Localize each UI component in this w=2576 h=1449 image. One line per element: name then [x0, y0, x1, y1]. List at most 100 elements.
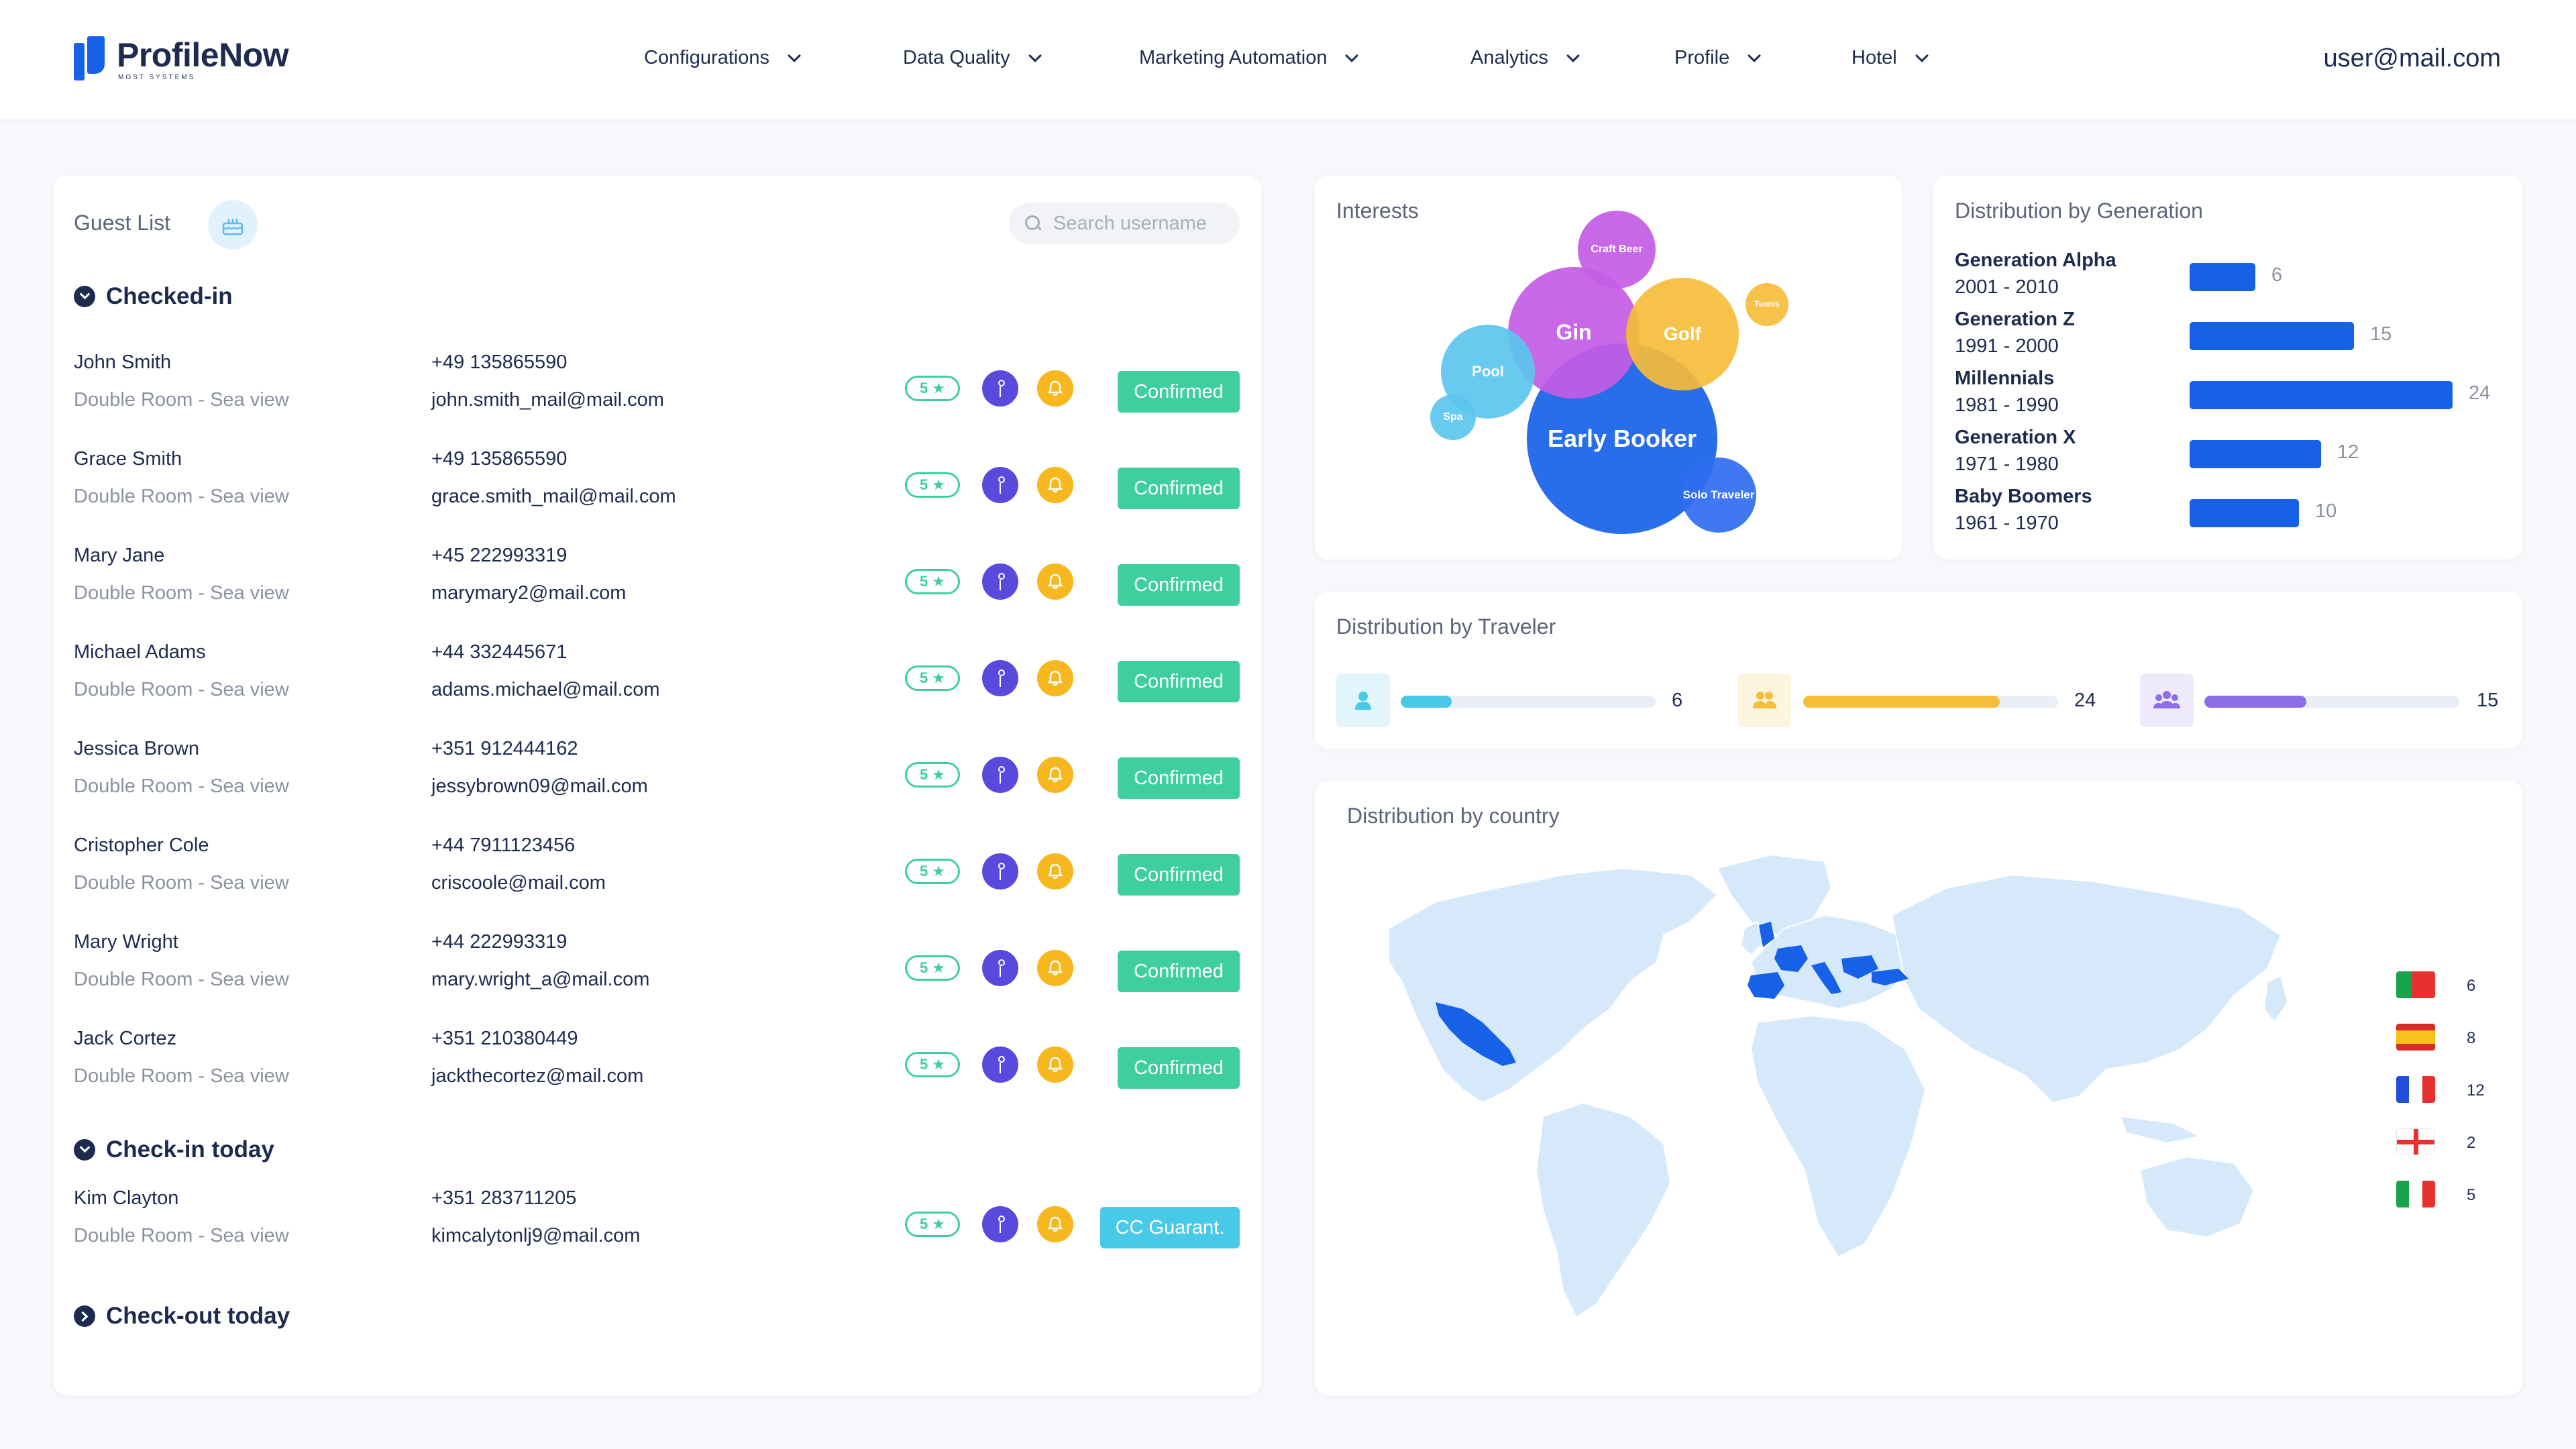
generation-bar[interactable] — [2190, 440, 2321, 468]
nav-marketing-automation[interactable]: Marketing Automation — [1139, 47, 1359, 69]
generation-years: 1971 - 1980 — [1955, 453, 2059, 475]
asia-landmass — [1890, 873, 2282, 1104]
info-icon[interactable] — [982, 950, 1018, 986]
guest-row[interactable]: Grace Smith Double Room - Sea view +49 1… — [54, 448, 1261, 522]
info-icon[interactable] — [982, 757, 1018, 793]
status-badge[interactable]: Confirmed — [1118, 371, 1240, 413]
bell-icon[interactable] — [1037, 1046, 1073, 1083]
info-icon[interactable] — [982, 853, 1018, 890]
france-flag — [2396, 1076, 2435, 1103]
info-icon[interactable] — [982, 467, 1018, 503]
country-legend-item[interactable]: 2 — [2396, 1128, 2504, 1155]
chevron-down-icon — [1345, 48, 1359, 62]
top-navigation-bar: ProfileNow MOST SYSTEMS Configurations D… — [0, 0, 2576, 119]
guest-row[interactable]: Kim Clayton Double Room - Sea view +351 … — [54, 1187, 1261, 1261]
traveler-progress-fill — [1401, 696, 1452, 708]
world-map[interactable] — [1342, 848, 2361, 1331]
birthday-cake-icon[interactable] — [208, 200, 258, 250]
nav-label: Profile — [1674, 47, 1730, 68]
generation-bar[interactable] — [2190, 263, 2255, 291]
guest-row[interactable]: Jack Cortez Double Room - Sea view +351 … — [54, 1028, 1261, 1102]
nav-configurations[interactable]: Configurations — [644, 47, 801, 69]
generation-years: 2001 - 2010 — [1955, 276, 2059, 298]
bell-icon[interactable] — [1037, 757, 1073, 793]
guest-list-title: Guest List — [74, 211, 171, 235]
guest-name[interactable]: Kim Clayton — [74, 1187, 178, 1210]
bell-icon[interactable] — [1037, 660, 1073, 696]
guest-list-card: Guest List Search username Checked-in Jo… — [54, 176, 1261, 1395]
section-check-in-today[interactable]: Check-in today — [74, 1136, 274, 1163]
guest-row[interactable]: Mary Jane Double Room - Sea view +45 222… — [54, 545, 1261, 619]
info-icon[interactable] — [982, 370, 1018, 407]
nav-label: Data Quality — [903, 47, 1010, 68]
info-icon[interactable] — [982, 564, 1018, 600]
guest-name[interactable]: John Smith — [74, 352, 171, 374]
country-legend-item[interactable]: 5 — [2396, 1181, 2504, 1208]
interest-bubble-spa[interactable]: Spa — [1430, 394, 1476, 440]
nav-profile[interactable]: Profile — [1674, 47, 1762, 69]
profilenow-logo[interactable]: ProfileNow MOST SYSTEMS — [74, 36, 289, 82]
star-rating-badge: 5 ★ — [905, 762, 960, 788]
guest-row[interactable]: Mary Wright Double Room - Sea view +44 2… — [54, 931, 1261, 1005]
country-legend-item[interactable]: 6 — [2396, 971, 2504, 998]
status-badge[interactable]: CC Guarant. — [1100, 1207, 1240, 1248]
guest-name[interactable]: Cristopher Cole — [74, 835, 209, 857]
country-legend-item[interactable]: 12 — [2396, 1076, 2504, 1103]
nav-label: Hotel — [1851, 47, 1897, 68]
guest-name[interactable]: Mary Wright — [74, 931, 178, 953]
guest-name[interactable]: Michael Adams — [74, 641, 206, 663]
status-badge[interactable]: Confirmed — [1118, 468, 1240, 509]
nav-analytics[interactable]: Analytics — [1470, 47, 1580, 69]
traveler-value: 15 — [2477, 690, 2499, 711]
interest-label: Solo Traveler — [1682, 488, 1755, 501]
interest-bubble-craft-beer[interactable]: Craft Beer — [1578, 211, 1656, 288]
guest-email: mary.wright_a@mail.com — [431, 969, 650, 990]
interest-bubble-tennis[interactable]: Tennis — [1746, 283, 1788, 326]
interest-bubble-golf[interactable]: Golf — [1626, 278, 1739, 390]
person-icon — [1336, 674, 1390, 727]
section-check-out-today[interactable]: Check-out today — [74, 1303, 290, 1330]
section-label: Check-out today — [106, 1303, 290, 1329]
generation-bar[interactable] — [2190, 381, 2453, 409]
generation-years: 1961 - 1970 — [1955, 513, 2059, 534]
guest-name[interactable]: Mary Jane — [74, 545, 164, 567]
guest-name[interactable]: Grace Smith — [74, 448, 182, 470]
info-icon[interactable] — [982, 1206, 1018, 1242]
status-badge[interactable]: Confirmed — [1118, 854, 1240, 896]
guest-name[interactable]: Jack Cortez — [74, 1028, 176, 1050]
bell-icon[interactable] — [1037, 370, 1073, 407]
nav-label: Marketing Automation — [1139, 47, 1328, 68]
indonesia-landmass — [2118, 1115, 2203, 1144]
nav-data-quality[interactable]: Data Quality — [903, 47, 1042, 69]
guest-row[interactable]: John Smith Double Room - Sea view +49 13… — [54, 352, 1261, 425]
bell-icon[interactable] — [1037, 950, 1073, 986]
generation-name: Baby Boomers — [1955, 486, 2092, 507]
interest-bubble-solo-traveler[interactable]: Solo Traveler — [1681, 458, 1756, 533]
country-legend-item[interactable]: 8 — [2396, 1024, 2504, 1051]
status-badge[interactable]: Confirmed — [1118, 757, 1240, 799]
status-badge[interactable]: Confirmed — [1118, 564, 1240, 606]
section-checked-in[interactable]: Checked-in — [74, 283, 233, 310]
bell-icon[interactable] — [1037, 853, 1073, 890]
status-badge[interactable]: Confirmed — [1118, 951, 1240, 992]
generation-bar[interactable] — [2190, 322, 2354, 350]
logo-mark-icon — [74, 36, 107, 82]
guest-row[interactable]: Jessica Brown Double Room - Sea view +35… — [54, 738, 1261, 812]
status-badge[interactable]: Confirmed — [1118, 661, 1240, 702]
bell-icon[interactable] — [1037, 1206, 1073, 1242]
guest-row[interactable]: Cristopher Cole Double Room - Sea view +… — [54, 835, 1261, 908]
status-badge[interactable]: Confirmed — [1118, 1047, 1240, 1089]
info-icon[interactable] — [982, 1046, 1018, 1083]
guest-name[interactable]: Jessica Brown — [74, 738, 199, 760]
guest-email: john.smith_mail@mail.com — [431, 389, 664, 411]
traveler-progress-track — [1401, 696, 1656, 708]
bell-icon[interactable] — [1037, 564, 1073, 600]
nav-hotel[interactable]: Hotel — [1851, 47, 1929, 69]
guest-phone: +351 912444162 — [431, 738, 578, 759]
guest-row[interactable]: Michael Adams Double Room - Sea view +44… — [54, 641, 1261, 715]
bell-icon[interactable] — [1037, 467, 1073, 503]
generation-bar[interactable] — [2190, 499, 2299, 527]
user-email[interactable]: user@mail.com — [2323, 44, 2501, 73]
info-icon[interactable] — [982, 660, 1018, 696]
search-input[interactable]: Search username — [1009, 203, 1240, 244]
